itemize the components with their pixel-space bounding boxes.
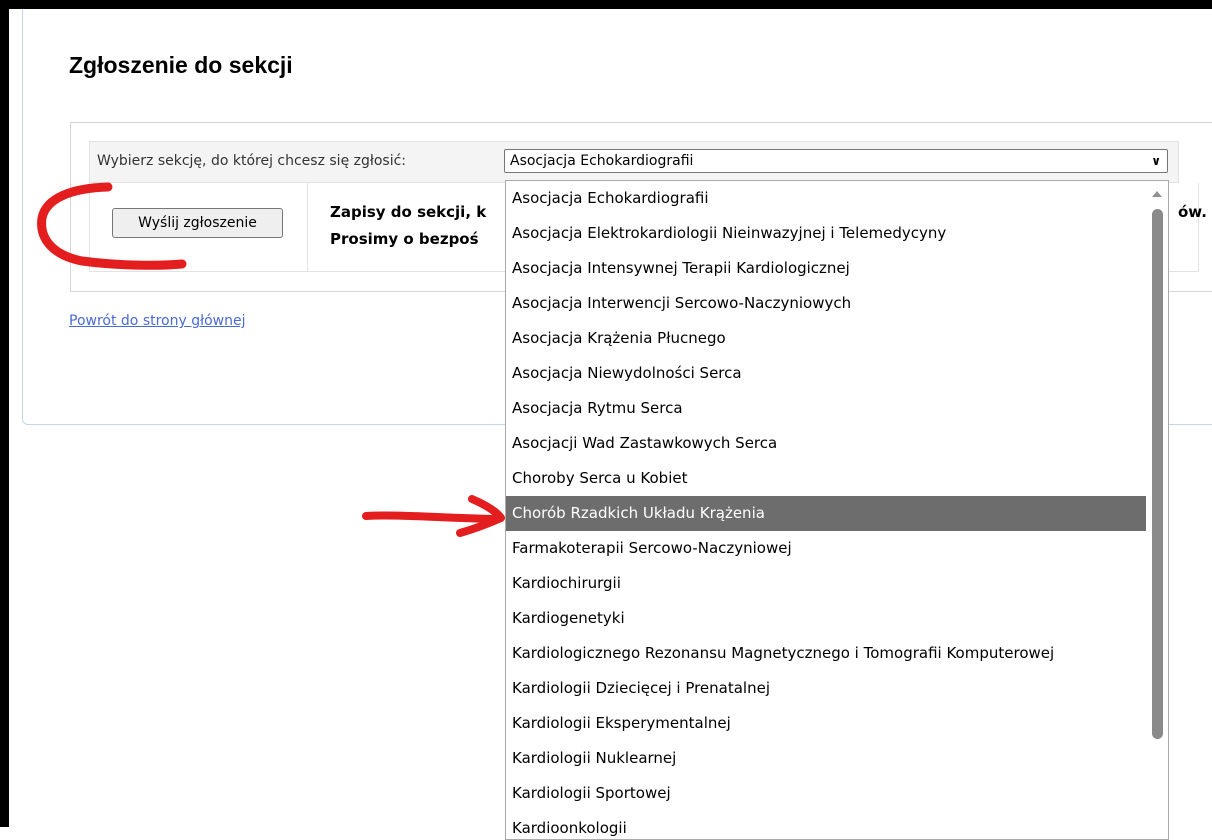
dropdown-option[interactable]: Asocjacji Wad Zastawkowych Serca xyxy=(506,426,1147,461)
cell-divider xyxy=(307,183,308,272)
section-dropdown-list[interactable]: Asocjacja Echokardiografii Asocjacja Elek… xyxy=(505,180,1169,840)
dropdown-option[interactable]: Kardiologii Sportowej xyxy=(506,776,1147,811)
section-select-value: Asocjacja Echokardiografii xyxy=(510,153,694,169)
dropdown-option[interactable]: Asocjacja Elektrokardiologii Nieinwazyjn… xyxy=(506,216,1147,251)
dropdown-option[interactable]: Kardiologicznego Rezonansu Magnetycznego… xyxy=(506,636,1147,671)
dropdown-option[interactable]: Kardioonkologii xyxy=(506,811,1147,839)
dropdown-option[interactable]: Farmakoterapii Sercowo-Naczyniowej xyxy=(506,531,1147,566)
info-text: Zapisy do sekcji, k Prosimy o bezpoś xyxy=(330,199,510,253)
annotation-arrow-head xyxy=(456,495,505,537)
page-title: Zgłoszenie do sekcji xyxy=(69,52,293,78)
section-select-label: Wybierz sekcję, do której chcesz się zgł… xyxy=(97,153,407,169)
dropdown-option[interactable]: Asocjacja Echokardiografii xyxy=(506,181,1147,216)
chevron-down-icon: ∨ xyxy=(1151,154,1161,168)
dropdown-options: Asocjacja Echokardiografii Asocjacja Elek… xyxy=(506,181,1168,839)
dropdown-option[interactable]: Kardiologii Dziecięcej i Prenatalnej xyxy=(506,671,1147,706)
dropdown-option[interactable]: Kardiochirurgii xyxy=(506,566,1147,601)
info-text-line1: Zapisy do sekcji, k xyxy=(330,203,487,221)
dropdown-option[interactable]: Asocjacja Intensywnej Terapii Kardiologi… xyxy=(506,251,1147,286)
dropdown-option[interactable]: Kardiogenetyki xyxy=(506,601,1147,636)
scrollbar-thumb[interactable] xyxy=(1152,209,1163,739)
frame-left-border xyxy=(0,0,9,827)
submit-button[interactable]: Wyślij zgłoszenie xyxy=(112,208,283,238)
dropdown-option[interactable]: Kardiologii Nuklearnej xyxy=(506,741,1147,776)
back-to-home-link[interactable]: Powrót do strony głównej xyxy=(69,313,245,329)
section-select[interactable]: Asocjacja Echokardiografii ∨ xyxy=(504,149,1168,173)
dropdown-option[interactable]: Asocjacja Interwencji Sercowo-Naczyniowy… xyxy=(506,286,1147,321)
dropdown-scrollbar[interactable] xyxy=(1146,181,1168,839)
dropdown-option[interactable]: Choroby Serca u Kobiet xyxy=(506,461,1147,496)
info-text-tail: ów. xyxy=(1178,203,1207,221)
scroll-up-arrow-icon[interactable] xyxy=(1152,191,1162,197)
dropdown-option[interactable]: Kardiologii Eksperymentalnej xyxy=(506,706,1147,741)
dropdown-option[interactable]: Asocjacja Niewydolności Serca xyxy=(506,356,1147,391)
dropdown-option[interactable]: Chorób Rzadkich Układu Krążenia xyxy=(506,496,1147,531)
dropdown-option[interactable]: Asocjacja Rytmu Serca xyxy=(506,391,1147,426)
frame-top-border xyxy=(0,0,1212,9)
annotation-arrow-shaft xyxy=(362,511,499,523)
info-text-line2: Prosimy o bezpoś xyxy=(330,230,479,248)
dropdown-option[interactable]: Asocjacja Krążenia Płucnego xyxy=(506,321,1147,356)
